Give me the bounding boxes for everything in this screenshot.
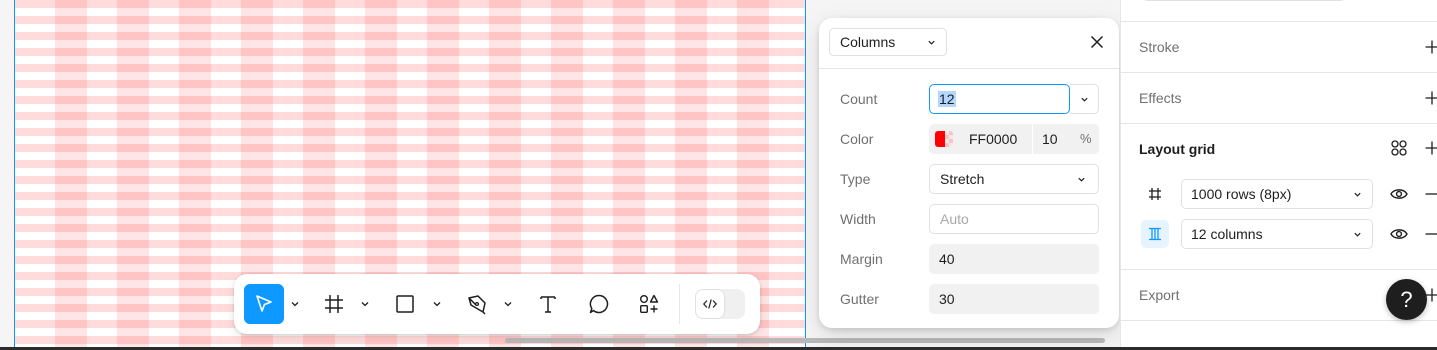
grid-type-select[interactable]: Columns [829,28,947,56]
move-tool-button[interactable] [244,284,284,324]
help-label: ? [1400,286,1413,312]
rows-grid-select[interactable]: 1000 rows (8px) [1181,179,1373,209]
width-input[interactable]: Auto [929,204,1099,234]
columns-grid-select[interactable]: 12 columns [1181,219,1373,249]
margin-input[interactable]: 40 [929,244,1099,274]
opacity-input[interactable]: 10 [1042,131,1058,147]
comment-tool-button[interactable] [579,284,619,324]
section-divider [1121,72,1437,73]
grid-column [179,0,211,348]
color-swatch-solid [935,131,945,147]
dev-mode-knob [696,290,724,318]
columns-grid-icon [1149,227,1161,241]
shape-tool-menu-caret[interactable] [431,284,443,324]
columns-grid-settings-button[interactable] [1141,220,1169,248]
help-button[interactable]: ? [1386,279,1427,320]
section-divider [1121,123,1437,124]
section-divider [1121,320,1437,321]
chevron-down-icon [1354,192,1361,197]
rows-grid-label: 1000 rows (8px) [1191,186,1292,202]
remove-rows-grid-minus-icon[interactable] [1424,186,1437,202]
square-icon [396,295,414,313]
grid-type-value: Columns [840,34,896,50]
rows-grid-settings-button[interactable] [1141,180,1169,208]
width-placeholder: Auto [940,211,969,227]
pen-tool-button[interactable] [457,284,497,324]
chevron-down-icon [1354,232,1361,237]
count-value: 12 [938,91,956,107]
previous-field-edge [1143,0,1345,1]
add-stroke-plus-icon[interactable] [1424,39,1437,55]
opacity-unit: % [1080,131,1092,146]
width-label: Width [840,211,876,227]
gutter-label: Gutter [840,291,879,307]
chevron-down-icon [1080,97,1088,102]
color-hex-input[interactable]: FF0000 [969,131,1017,147]
gutter-input[interactable]: 30 [929,284,1099,314]
eye-icon[interactable] [1389,184,1409,204]
count-input[interactable]: 12 [929,84,1070,114]
move-tool-menu-caret[interactable] [289,284,301,324]
text-t-icon [540,296,556,313]
color-field: FF0000 10 % [929,124,1099,154]
hash-frame-icon [325,295,343,313]
cursor-arrow-icon [256,295,272,312]
code-brackets-icon [702,299,718,309]
type-label: Type [840,171,871,187]
layout-grid-settings-popover: Columns Count 12 Color FF0000 10 % Type … [819,18,1119,328]
chevron-down-icon [1078,177,1085,182]
grid-styles-icon[interactable] [1390,139,1408,157]
frame-tool-button[interactable] [314,284,354,324]
chevron-down-icon [928,40,935,45]
chevron-down-icon [361,302,369,307]
close-icon[interactable] [1089,34,1105,50]
pen-tool-menu-caret[interactable] [502,284,514,324]
count-label: Count [840,91,878,107]
chevron-down-icon [504,302,512,307]
effects-section-title: Effects [1139,90,1182,106]
columns-grid-label: 12 columns [1191,226,1263,242]
section-divider [1121,269,1437,270]
frame-tool-menu-caret[interactable] [359,284,371,324]
stroke-section-title: Stroke [1139,39,1180,55]
shape-tool-button[interactable] [385,284,425,324]
add-layout-grid-plus-icon[interactable] [1424,140,1437,156]
export-section-title: Export [1139,287,1180,303]
eye-icon[interactable] [1389,224,1409,244]
speech-bubble-icon [589,294,609,314]
toolbar-divider [679,284,680,324]
count-presets-dropdown[interactable] [1070,84,1099,114]
color-label: Color [840,131,874,147]
frame-selection-right-edge [805,0,806,348]
color-swatch[interactable] [935,131,953,147]
grid-column [117,0,149,348]
rows-grid-icon [1149,188,1161,200]
section-divider [1121,21,1437,22]
pen-nib-icon [468,295,486,315]
color-field-divider [1032,124,1033,154]
margin-value: 40 [939,251,955,267]
shapes-plus-icon [640,294,659,313]
type-value: Stretch [940,171,985,187]
chevron-down-icon [291,302,299,307]
popover-header: Columns [819,18,1119,69]
dev-mode-toggle[interactable] [695,289,745,319]
margin-label: Margin [840,251,883,267]
gutter-value: 30 [939,291,955,307]
layout-grid-section-title: Layout grid [1139,141,1216,157]
chevron-down-icon [433,302,441,307]
remove-columns-grid-minus-icon[interactable] [1424,226,1437,242]
color-swatch-transparency [945,131,953,147]
text-tool-button[interactable] [528,284,568,324]
add-effect-plus-icon[interactable] [1424,90,1437,106]
type-select[interactable]: Stretch [929,164,1099,194]
frame-selection-left-edge [14,0,15,348]
bottom-toolbar [234,274,760,334]
actions-tool-button[interactable] [629,284,669,324]
grid-column [55,0,87,348]
horizontal-scrollbar[interactable] [505,338,1105,343]
